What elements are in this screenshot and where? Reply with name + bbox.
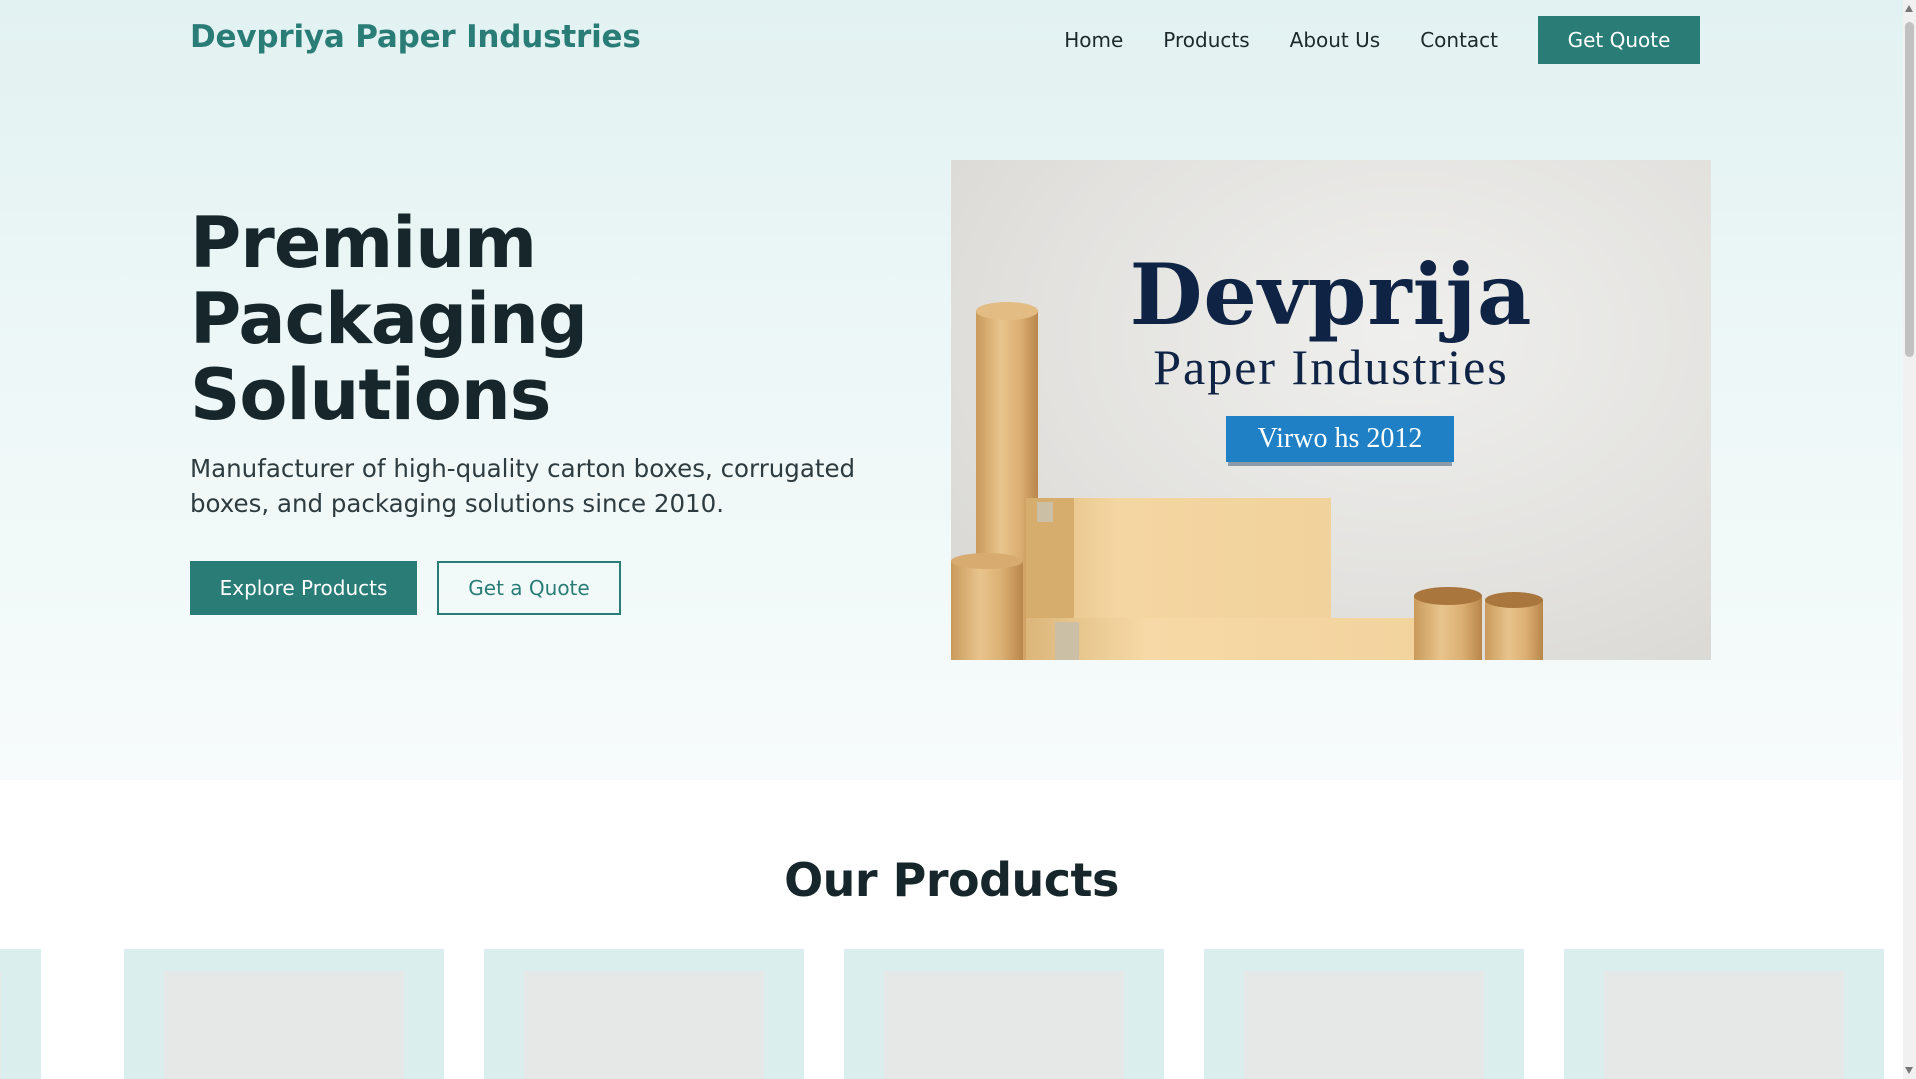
nav-about-us[interactable]: About Us [1290, 16, 1381, 64]
scrollbar-thumb[interactable] [1905, 22, 1914, 357]
scroll-down-icon[interactable] [1905, 1067, 1913, 1074]
hero-image: Devprija Paper Industries Virwo hs 2012 [951, 160, 1711, 660]
hero-title-line-3: Solutions [190, 354, 551, 436]
hero-title: Premium Packaging Solutions [190, 205, 830, 433]
explore-products-button[interactable]: Explore Products [190, 561, 417, 615]
carton-box-bottom [1026, 618, 1426, 660]
nav-products[interactable]: Products [1163, 16, 1249, 64]
get-a-quote-button[interactable]: Get a Quote [437, 561, 621, 615]
product-image-placeholder [524, 971, 764, 1079]
product-image-placeholder [884, 971, 1124, 1079]
paper-tube-small-2-top [1485, 592, 1543, 608]
image-brand-subtitle: Paper Industries [1153, 339, 1509, 395]
vertical-scrollbar[interactable] [1903, 0, 1916, 1079]
product-card[interactable] [1564, 949, 1884, 1079]
paper-tube-short-left [951, 560, 1023, 660]
paper-tube-small-1-top [1414, 587, 1482, 605]
main-nav: Home Products About Us Contact Get Quote [1064, 16, 1700, 64]
brand-logo[interactable]: Devpriya Paper Industries [190, 19, 641, 55]
paper-tube-short-left-top [951, 553, 1023, 569]
product-card[interactable] [844, 949, 1164, 1079]
product-card[interactable] [124, 949, 444, 1079]
site-header: Devpriya Paper Industries Home Products … [0, 0, 1903, 80]
paper-tube-small-2 [1485, 600, 1543, 660]
scroll-up-icon[interactable] [1905, 5, 1913, 12]
carton-box-tape [1037, 502, 1053, 522]
product-image-placeholder [0, 971, 1, 1079]
paper-tube-tall-top [976, 302, 1038, 320]
hero-subtitle: Manufacturer of high-quality carton boxe… [190, 454, 856, 518]
hero-title-line-2: Packaging [190, 278, 588, 360]
products-section-title: Our Products [784, 853, 1119, 907]
carton-box-bottom-tape [1055, 622, 1079, 660]
nav-contact[interactable]: Contact [1420, 16, 1498, 64]
product-image-placeholder [1244, 971, 1484, 1079]
page: Devpriya Paper Industries Home Products … [0, 0, 1903, 1079]
nav-home[interactable]: Home [1064, 16, 1123, 64]
product-card[interactable] [0, 949, 41, 1079]
get-quote-button[interactable]: Get Quote [1538, 16, 1700, 64]
hero-title-line-1: Premium [190, 202, 537, 284]
image-badge: Virwo hs 2012 [1226, 416, 1454, 462]
product-image-placeholder [164, 971, 404, 1079]
product-card[interactable] [484, 949, 804, 1079]
product-card[interactable] [1204, 949, 1524, 1079]
product-image-placeholder [1604, 971, 1844, 1079]
image-brand-title: Devprija [1129, 245, 1533, 344]
